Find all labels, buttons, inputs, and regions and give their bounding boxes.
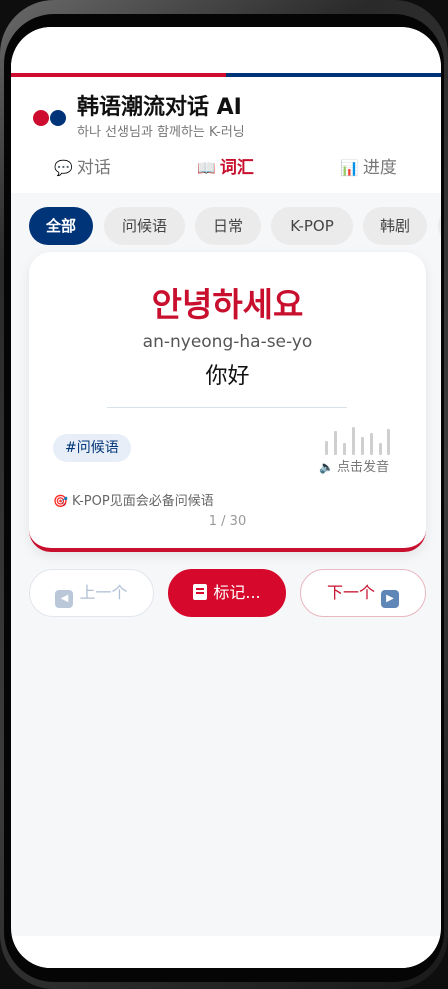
- tab-chat[interactable]: 💬 对话: [11, 153, 154, 193]
- tab-vocabulary-label: 词汇: [219, 158, 254, 178]
- flashcard[interactable]: 안녕하세요 an-nyeong-ha-se-yo 你好 #问候语 🔈 点击发音 🎯…: [29, 252, 426, 552]
- previous-button[interactable]: ◀ 上一个: [29, 569, 154, 617]
- korean-word: 안녕하세요: [151, 285, 304, 324]
- memo-icon: [193, 584, 208, 600]
- chip-greetings[interactable]: 问候语: [104, 207, 185, 245]
- chip-kpop[interactable]: K-POP: [271, 207, 353, 245]
- next-label: 下一个: [326, 583, 375, 602]
- tab-chat-label: 对话: [76, 158, 111, 178]
- chip-kdrama[interactable]: 韩剧: [363, 207, 427, 245]
- arrow-right-icon: ▶: [381, 590, 399, 608]
- card-divider: [107, 407, 347, 408]
- phone-frame: 韩语潮流对话 AI 하나 선생님과 함께하는 K-러닝 💬 对话 📖 词汇 📊 进度 …: [0, 0, 448, 989]
- tab-progress-label: 进度: [362, 158, 397, 178]
- app-screen: 韩语潮流对话 AI 하나 선생님과 함께하는 K-러닝 💬 对话 📖 词汇 📊 进度 …: [11, 27, 441, 968]
- chip-more[interactable]: [438, 207, 441, 245]
- tab-bar: 💬 对话 📖 词汇 📊 进度: [11, 153, 441, 269]
- category-filter: 全部 问候语 日常 K-POP 韩剧: [11, 207, 441, 247]
- mark-label: 标记...: [213, 583, 261, 602]
- tab-progress[interactable]: 📊 进度: [297, 153, 440, 193]
- status-bar: [11, 27, 441, 73]
- romanization: an-nyeong-ha-se-yo: [142, 332, 313, 352]
- bottom-bar: [11, 936, 441, 968]
- speaker-icon: 🔈: [319, 460, 334, 474]
- chip-all[interactable]: 全部: [29, 207, 93, 245]
- bar-chart-icon: 📊: [340, 159, 359, 177]
- card-counter: 1 / 30: [208, 514, 247, 529]
- app-logo-icon: [33, 110, 67, 126]
- app-header: 韩语潮流对话 AI 하나 선생님과 함께하는 K-러닝 💬 对话 📖 词汇 📊 进度: [11, 77, 441, 269]
- arrow-left-icon: ◀: [55, 590, 74, 608]
- target-icon: 🎯: [53, 494, 68, 508]
- usage-note: 🎯 K-POP见面会必备问候语: [53, 490, 214, 509]
- tab-vocabulary[interactable]: 📖 词汇: [154, 153, 297, 193]
- book-icon: 📖: [197, 159, 216, 177]
- speech-bubble-icon: 💬: [54, 159, 73, 177]
- app-subtitle: 하나 선생님과 함께하는 K-러닝: [77, 125, 245, 140]
- previous-label: 上一个: [79, 583, 128, 602]
- pronounce-button[interactable]: 🔈 点击发音: [319, 456, 389, 475]
- sound-wave-icon[interactable]: [325, 427, 391, 455]
- chinese-meaning: 你好: [205, 364, 250, 389]
- next-button[interactable]: 下一个 ▶: [300, 569, 426, 617]
- usage-note-text: K-POP见面会必备问候语: [71, 494, 214, 509]
- category-tag: #问候语: [53, 434, 131, 462]
- app-title: 韩语潮流对话 AI: [77, 95, 242, 120]
- chip-daily[interactable]: 日常: [195, 207, 261, 245]
- mark-button[interactable]: 标记...: [168, 569, 286, 617]
- pronounce-label: 点击发音: [336, 460, 389, 475]
